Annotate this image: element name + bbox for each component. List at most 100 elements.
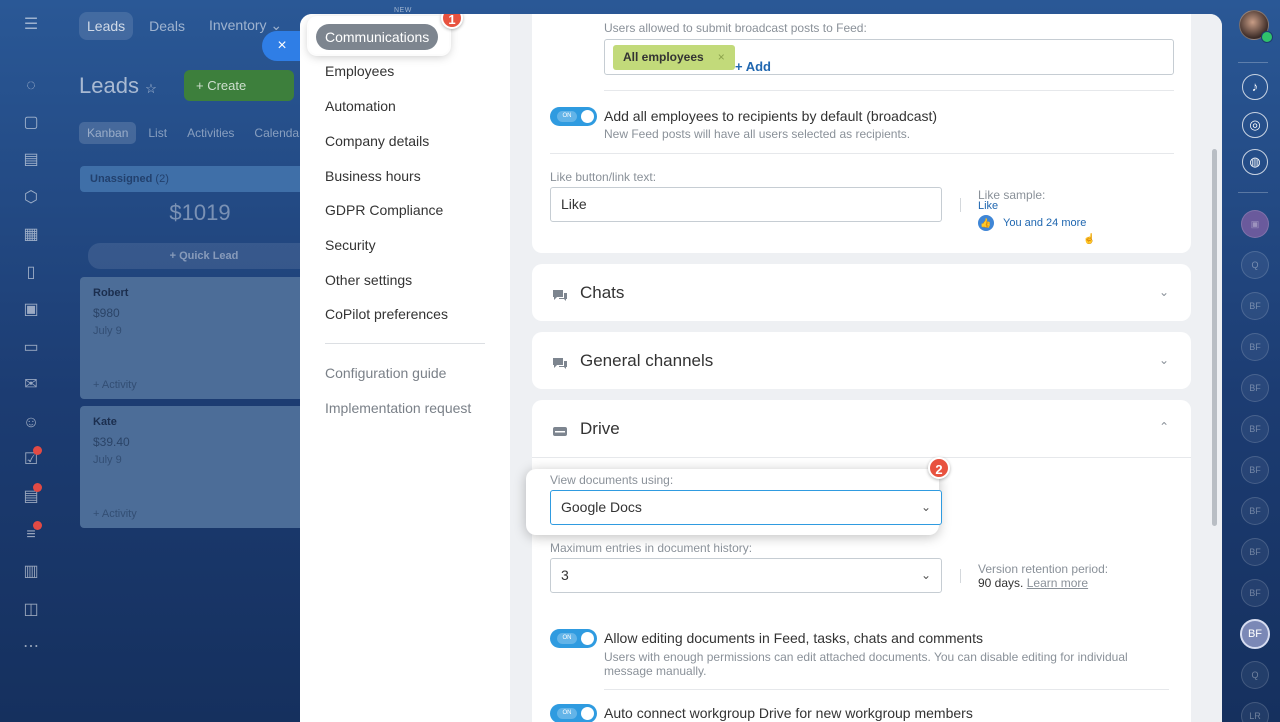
settings-menu: Communications 1 Employees Automation Co…	[300, 14, 510, 722]
kanban-column-header: Unassigned (2)	[80, 166, 320, 192]
message-icon[interactable]: ◫	[21, 600, 41, 620]
close-icon[interactable]: ×	[262, 31, 302, 61]
menu-icon[interactable]: ☰	[21, 15, 41, 35]
menu-item-company-details[interactable]: Company details	[325, 133, 429, 149]
menu-item-other-settings[interactable]: Other settings	[325, 272, 412, 288]
board-icon[interactable]: ▣	[21, 300, 41, 320]
allow-editing-title: Allow editing documents in Feed, tasks, …	[604, 630, 983, 646]
menu-item-copilot[interactable]: CoPilot preferences	[325, 306, 448, 322]
chevron-up-icon[interactable]: ⌄	[1159, 419, 1169, 433]
divider	[604, 689, 1169, 690]
view-tab-list[interactable]: List	[140, 122, 175, 144]
create-button[interactable]: + Create	[184, 70, 294, 101]
retention-value: 90 days. Learn more	[978, 576, 1089, 590]
chat-bubble[interactable]: BF	[1241, 497, 1269, 525]
more-icon[interactable]: ⋯	[21, 637, 41, 657]
mail-icon[interactable]: ✉	[21, 375, 41, 395]
divider	[604, 90, 1174, 91]
allow-editing-description: Users with enough permissions can edit a…	[604, 650, 1128, 678]
view-tab-kanban[interactable]: Kanban	[79, 122, 137, 144]
chat-bubble[interactable]: Q	[1241, 661, 1269, 689]
menu-item-automation[interactable]: Automation	[325, 98, 396, 114]
file-icon[interactable]: ▯	[21, 263, 41, 283]
general-channels-section[interactable]: General channels ⌄	[532, 332, 1191, 389]
chat-bubble[interactable]: BF	[1241, 292, 1269, 320]
learn-more-link[interactable]: Learn more	[1027, 576, 1088, 590]
chevron-down-icon: ⌄	[920, 568, 931, 582]
view-tabs: Kanban List Activities Calendar	[79, 122, 311, 144]
drive-icon	[552, 423, 568, 436]
feed-settings-card: Users allowed to submit broadcast posts …	[532, 14, 1191, 253]
chat-bubble[interactable]: Q	[1241, 251, 1269, 279]
users-label: Users allowed to submit broadcast posts …	[604, 21, 867, 35]
chevron-down-icon[interactable]: ⌄	[1159, 353, 1169, 367]
doc-icon[interactable]: ▤	[21, 150, 41, 170]
chat-bubble[interactable]: BF	[1241, 374, 1269, 402]
tab-leads[interactable]: Leads	[79, 11, 134, 40]
add-activity-link[interactable]: + Activity	[93, 508, 137, 520]
auto-connect-toggle[interactable]: ON	[550, 704, 597, 722]
chat-bubble[interactable]: LR	[1241, 702, 1269, 722]
menu-divider	[325, 343, 485, 344]
bell-icon[interactable]: ♪	[1242, 74, 1268, 100]
broadcast-description: New Feed posts will have all users selec…	[604, 127, 911, 141]
drive-header[interactable]: Drive	[552, 419, 620, 439]
max-entries-select[interactable]: 3 ⌄	[550, 558, 942, 593]
lead-card[interactable]: Robert $980 July 9 + Activity	[80, 277, 320, 399]
settings-content: Users allowed to submit broadcast posts …	[510, 14, 1222, 722]
cursor-icon: ☝	[1083, 234, 1096, 245]
copilot-icon[interactable]: ◎	[1242, 112, 1268, 138]
broadcast-title: Add all employees to recipients by defau…	[604, 108, 938, 124]
menu-item-communications[interactable]: Communications	[316, 24, 439, 50]
menu-item-gdpr[interactable]: GDPR Compliance	[325, 202, 443, 218]
divider	[532, 457, 1191, 458]
chat-bubble-selected[interactable]: BF	[1240, 619, 1270, 649]
chat-bubble[interactable]: BF	[1241, 456, 1269, 484]
table-icon[interactable]: ▥	[21, 562, 41, 582]
search-chat-icon[interactable]: ◍	[1242, 149, 1268, 175]
chat-bubble[interactable]: BF	[1241, 538, 1269, 566]
add-activity-link[interactable]: + Activity	[93, 379, 137, 391]
chat-bubble[interactable]: ▣	[1241, 210, 1269, 238]
users-selector[interactable]: All employees × + Add	[604, 39, 1174, 75]
lead-card[interactable]: Kate $39.40 July 9 + Activity	[80, 406, 320, 528]
chat-icon[interactable]: ▢	[21, 113, 41, 133]
feed-icon[interactable]: ◌	[21, 76, 41, 96]
online-status-icon	[1261, 31, 1273, 43]
selected-tag: All employees ×	[613, 45, 735, 70]
chat-icon	[552, 355, 568, 369]
retention-label: Version retention period:	[978, 562, 1109, 576]
chevron-down-icon[interactable]: ⌄	[1159, 285, 1169, 299]
divider	[550, 153, 1174, 154]
plus-icon: +	[169, 250, 180, 262]
menu-item-security[interactable]: Security	[325, 237, 376, 253]
chats-section[interactable]: Chats ⌄	[532, 264, 1191, 321]
add-users-link[interactable]: + Add	[735, 50, 771, 83]
chat-bubble[interactable]: BF	[1241, 415, 1269, 443]
max-entries-label: Maximum entries in document history:	[550, 541, 753, 555]
view-tab-activities[interactable]: Activities	[179, 122, 242, 144]
broadcast-toggle[interactable]: ON	[550, 107, 597, 126]
allow-editing-toggle[interactable]: ON	[550, 629, 597, 648]
tab-deals[interactable]: Deals	[141, 12, 193, 40]
view-docs-select[interactable]: Google Docs ⌄	[550, 490, 942, 525]
pin-icon[interactable]: ☆	[145, 81, 157, 96]
notification-badge	[33, 483, 42, 492]
remove-tag-icon[interactable]: ×	[718, 50, 725, 64]
card-icon[interactable]: ▭	[21, 338, 41, 358]
contacts-icon[interactable]: ☺	[21, 413, 41, 433]
menu-item-implementation-request[interactable]: Implementation request	[325, 400, 471, 416]
left-rail: ☰ ◌ ▢ ▤ ⬡ ▦ ▯ ▣ ▭ ✉ ☺ ☑ ▤ ≡ ▥ ◫ ⋯	[0, 0, 62, 722]
quick-lead-button[interactable]: + Quick Lead	[88, 243, 320, 269]
like-text-input[interactable]: Like	[550, 187, 942, 222]
menu-item-employees[interactable]: Employees	[325, 63, 394, 79]
chat-bubble[interactable]: BF	[1241, 579, 1269, 607]
like-sample-link[interactable]: Like	[978, 200, 998, 212]
calendar-icon[interactable]: ▦	[21, 225, 41, 245]
chat-bubble[interactable]: BF	[1241, 333, 1269, 361]
scrollbar[interactable]	[1212, 149, 1217, 526]
menu-item-business-hours[interactable]: Business hours	[325, 168, 421, 184]
menu-item-configuration-guide[interactable]: Configuration guide	[325, 365, 446, 381]
hexagon-icon[interactable]: ⬡	[21, 188, 41, 208]
column-sum: $1019	[169, 200, 231, 225]
